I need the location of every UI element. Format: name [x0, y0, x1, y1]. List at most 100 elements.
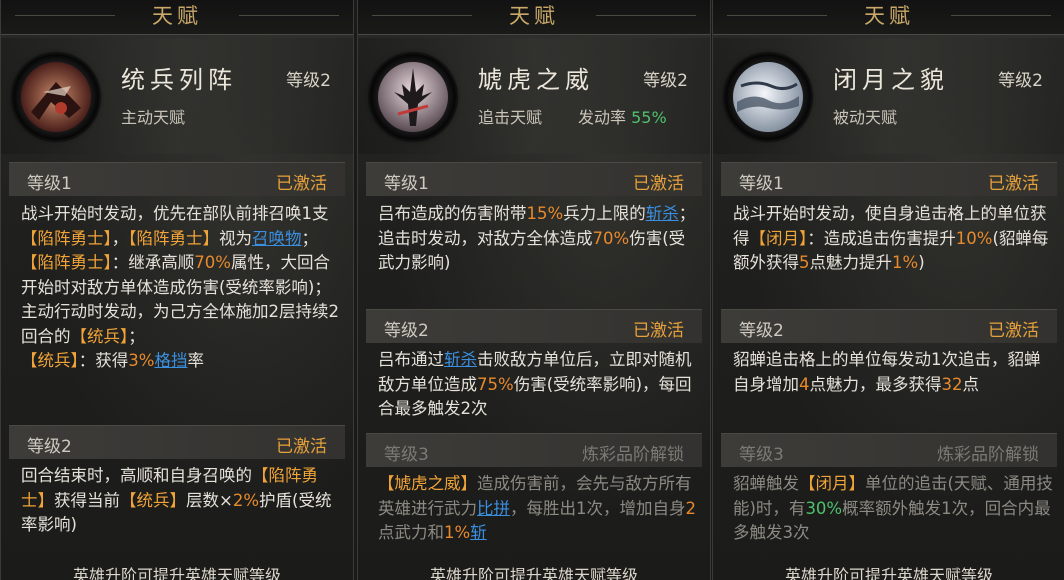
skill-type: 追击天赋: [478, 108, 543, 127]
level-status: 已激活: [988, 174, 1039, 194]
desc-segment: 4: [799, 374, 810, 394]
talent-panel-3: 天赋 闭月之貌 等级2 被动天赋 等级1 已激活 战斗开始时发动，使自身追击格上…: [712, 0, 1064, 580]
level-name: 等级2: [384, 321, 429, 341]
desc-segment: 【闭月】: [749, 228, 808, 248]
level-status: 已激活: [988, 321, 1039, 341]
skill-level: 等级2: [286, 71, 331, 91]
level-row-2: 等级2 已激活: [9, 425, 345, 459]
desc-segment: 貂蝉触发: [733, 474, 799, 493]
level-3-description: 【虓虎之威】造成伤害前，会先与敌方所有英雄进行武力比拼，每胜出1次，增加自身2点…: [378, 472, 698, 546]
desc-segment: ：造成追击伤害提升: [807, 228, 956, 248]
keyword-link[interactable]: 召唤物: [252, 229, 302, 248]
level-2-description: 吕布通过斩杀击败敌方单位后，立即对随机敌方单位造成75%伤害(受统率影响)，每回…: [378, 348, 698, 422]
level-status: 已激活: [276, 437, 327, 457]
skill-icon-xiaohu: [378, 62, 448, 132]
level-row-1: 等级1 已激活: [366, 162, 702, 196]
desc-segment: 32: [941, 374, 963, 394]
skill-header: 统兵列阵 等级2 主动天赋: [1, 38, 353, 154]
desc-segment: 【统兵】: [120, 490, 186, 510]
level-status: 已激活: [276, 174, 327, 194]
trigger-rate-value: 55%: [631, 108, 667, 127]
desc-segment: 30%: [805, 498, 843, 518]
skill-name: 虓虎之威: [478, 66, 594, 94]
level-1-description: 战斗开始时发动，优先在部队前排召唤1支【陷阵勇士】，【陷阵勇士】视为召唤物； 【…: [21, 202, 341, 374]
skill-icon-biyue: [733, 62, 803, 132]
talent-panel-1: 天赋 统兵列阵 等级2 主动天赋 等级1 已激活 战斗开始时发动，优先在部队前排…: [0, 0, 354, 580]
desc-segment: 2%: [232, 490, 260, 510]
trigger-rate: 发动率 55%: [578, 104, 667, 128]
level-name: 等级3: [384, 445, 429, 465]
keyword-link[interactable]: 斩: [470, 523, 487, 542]
skill-header: 闭月之貌 等级2 被动天赋: [713, 38, 1064, 154]
desc-segment: 点魅力，最多获得: [809, 374, 942, 394]
skill-level: 等级2: [643, 71, 688, 91]
desc-segment: 率: [187, 351, 204, 370]
panel-title: 天赋: [713, 0, 1064, 35]
desc-segment: 点: [962, 374, 980, 394]
trigger-rate-label: 发动率: [578, 108, 627, 127]
desc-segment: 5: [799, 253, 810, 272]
desc-segment: 视为: [219, 228, 252, 248]
level-row-2: 等级2 已激活: [721, 309, 1057, 343]
level-name: 等级2: [739, 321, 784, 341]
skill-name: 闭月之貌: [833, 66, 949, 94]
desc-segment: 【陷阵勇士】: [21, 228, 112, 248]
level-status: 炼彩品阶解锁: [582, 445, 684, 465]
skill-icon-frame[interactable]: [370, 54, 456, 140]
desc-segment: 获得当前: [54, 490, 120, 510]
level-row-1: 等级1 已激活: [9, 162, 345, 196]
level-2-description: 貂蝉追击格上的单位每发动1次追击，貂蝉自身增加4点魅力，最多获得32点: [733, 348, 1053, 397]
level-name: 等级3: [739, 445, 784, 465]
level-2-description: 回合结束时，高顺和自身召唤的【陷阵勇士】获得当前【统兵】层数×2%护盾(受统率影…: [21, 464, 341, 538]
desc-segment: 层数×: [186, 490, 233, 510]
talent-panel-2: 天赋 虓虎之威 等级2 追击天赋 发动率 55% 等级1 已激活 吕布造成的伤害…: [357, 0, 711, 580]
desc-segment: 75%: [477, 374, 514, 394]
desc-segment: 【闭月】: [799, 474, 865, 493]
skill-name: 统兵列阵: [121, 66, 237, 94]
desc-segment: 70%: [194, 253, 231, 272]
skill-icon-frame[interactable]: [725, 54, 811, 140]
skill-header: 虓虎之威 等级2 追击天赋 发动率 55%: [358, 38, 710, 154]
panel-title: 天赋: [358, 0, 710, 35]
desc-segment: 1%: [444, 523, 471, 542]
desc-segment: 1%: [892, 253, 919, 272]
level-name: 等级1: [27, 174, 72, 194]
skill-icon-frame[interactable]: [13, 54, 99, 140]
desc-segment: 3%: [128, 351, 155, 370]
desc-segment: 10%: [955, 228, 993, 248]
keyword-link[interactable]: 比拼: [477, 499, 510, 518]
desc-segment: 2: [685, 498, 697, 518]
level-name: 等级1: [384, 174, 429, 194]
desc-segment: 点魅力提升: [809, 253, 893, 272]
skill-type: 被动天赋: [833, 108, 898, 127]
desc-segment: ，: [111, 228, 129, 248]
desc-segment: ，每胜出1次，增加自身: [510, 498, 686, 518]
desc-segment: 15%: [526, 204, 564, 223]
desc-segment: 点武力和: [378, 523, 444, 542]
level-name: 等级2: [27, 437, 72, 457]
level-1-description: 吕布造成的伤害附带15%兵力上限的斩杀； 追击时发动，对敌方全体造成70%伤害(…: [378, 202, 698, 276]
footer-hint: 英雄升阶可提升英雄天赋等级: [72, 566, 281, 580]
desc-segment: 回合结束时，高顺和自身召唤的: [21, 466, 252, 485]
level-1-description: 战斗开始时发动，使自身追击格上的单位获得【闭月】：造成追击伤害提升10%(貂蝉每…: [733, 202, 1053, 276]
skill-level: 等级2: [998, 71, 1043, 91]
level-status: 炼彩品阶解锁: [937, 445, 1039, 465]
panel-title: 天赋: [1, 0, 353, 35]
desc-segment: 兵力上限的: [563, 204, 646, 223]
level-name: 等级1: [739, 174, 784, 194]
desc-segment: ；: [301, 228, 319, 248]
desc-segment: ：继承高顺: [111, 253, 195, 272]
desc-segment: 吕布造成的伤害附带: [378, 204, 527, 223]
keyword-link[interactable]: 斩杀: [646, 204, 679, 223]
level-status: 已激活: [633, 321, 684, 341]
level-status: 已激活: [633, 174, 684, 194]
desc-segment: 【陷阵勇士】: [128, 228, 219, 248]
level-row-2: 等级2 已激活: [366, 309, 702, 343]
keyword-link[interactable]: 斩杀: [444, 350, 477, 369]
desc-segment: 吕布通过: [378, 350, 444, 369]
skill-icon-tongbing: [21, 62, 91, 132]
skill-type: 主动天赋: [121, 108, 186, 127]
level-row-3: 等级3 炼彩品阶解锁: [366, 433, 702, 467]
keyword-link[interactable]: 格挡: [154, 351, 187, 370]
footer-hint: 英雄升阶可提升英雄天赋等级: [429, 566, 638, 580]
